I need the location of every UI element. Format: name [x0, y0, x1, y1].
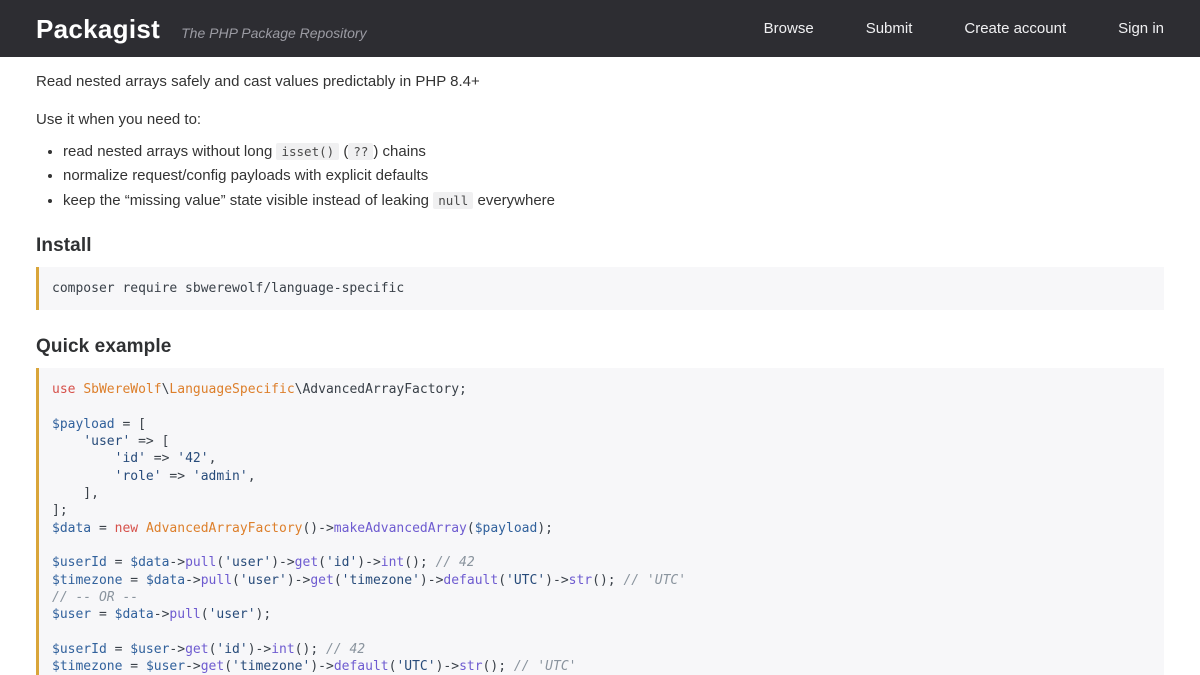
- nav-submit[interactable]: Submit: [866, 20, 913, 37]
- packagist-logo[interactable]: Packagist: [36, 16, 160, 42]
- logo-wrap: Packagist The PHP Package Repository: [36, 16, 367, 42]
- site-tagline: The PHP Package Repository: [181, 25, 366, 41]
- inline-code: ??: [348, 143, 373, 160]
- install-code-block: composer require sbwerewolf/language-spe…: [36, 267, 1164, 310]
- nav-create-account[interactable]: Create account: [964, 20, 1066, 37]
- example-code: use SbWereWolf\LanguageSpecific\Advanced…: [52, 382, 686, 674]
- readme-content: Read nested arrays safely and cast value…: [0, 57, 1200, 675]
- use-case-item: normalize request/config payloads with e…: [63, 168, 1164, 185]
- inline-code: isset(): [276, 143, 339, 160]
- main-nav: Browse Submit Create account Sign in: [764, 20, 1164, 37]
- use-case-item: read nested arrays without long isset() …: [63, 144, 1164, 161]
- example-code-block: use SbWereWolf\LanguageSpecific\Advanced…: [36, 368, 1164, 675]
- use-case-list: read nested arrays without long isset() …: [36, 144, 1164, 210]
- use-case-item: keep the “missing value” state visible i…: [63, 193, 1164, 210]
- install-heading: Install: [36, 235, 1164, 257]
- nav-sign-in[interactable]: Sign in: [1118, 20, 1164, 37]
- inline-code: null: [433, 192, 473, 209]
- intro-paragraph: Read nested arrays safely and cast value…: [36, 73, 1164, 90]
- site-header: Packagist The PHP Package Repository Bro…: [0, 0, 1200, 57]
- quick-example-heading: Quick example: [36, 336, 1164, 358]
- nav-browse[interactable]: Browse: [764, 20, 814, 37]
- use-when-paragraph: Use it when you need to:: [36, 111, 1164, 128]
- install-code: composer require sbwerewolf/language-spe…: [52, 281, 404, 296]
